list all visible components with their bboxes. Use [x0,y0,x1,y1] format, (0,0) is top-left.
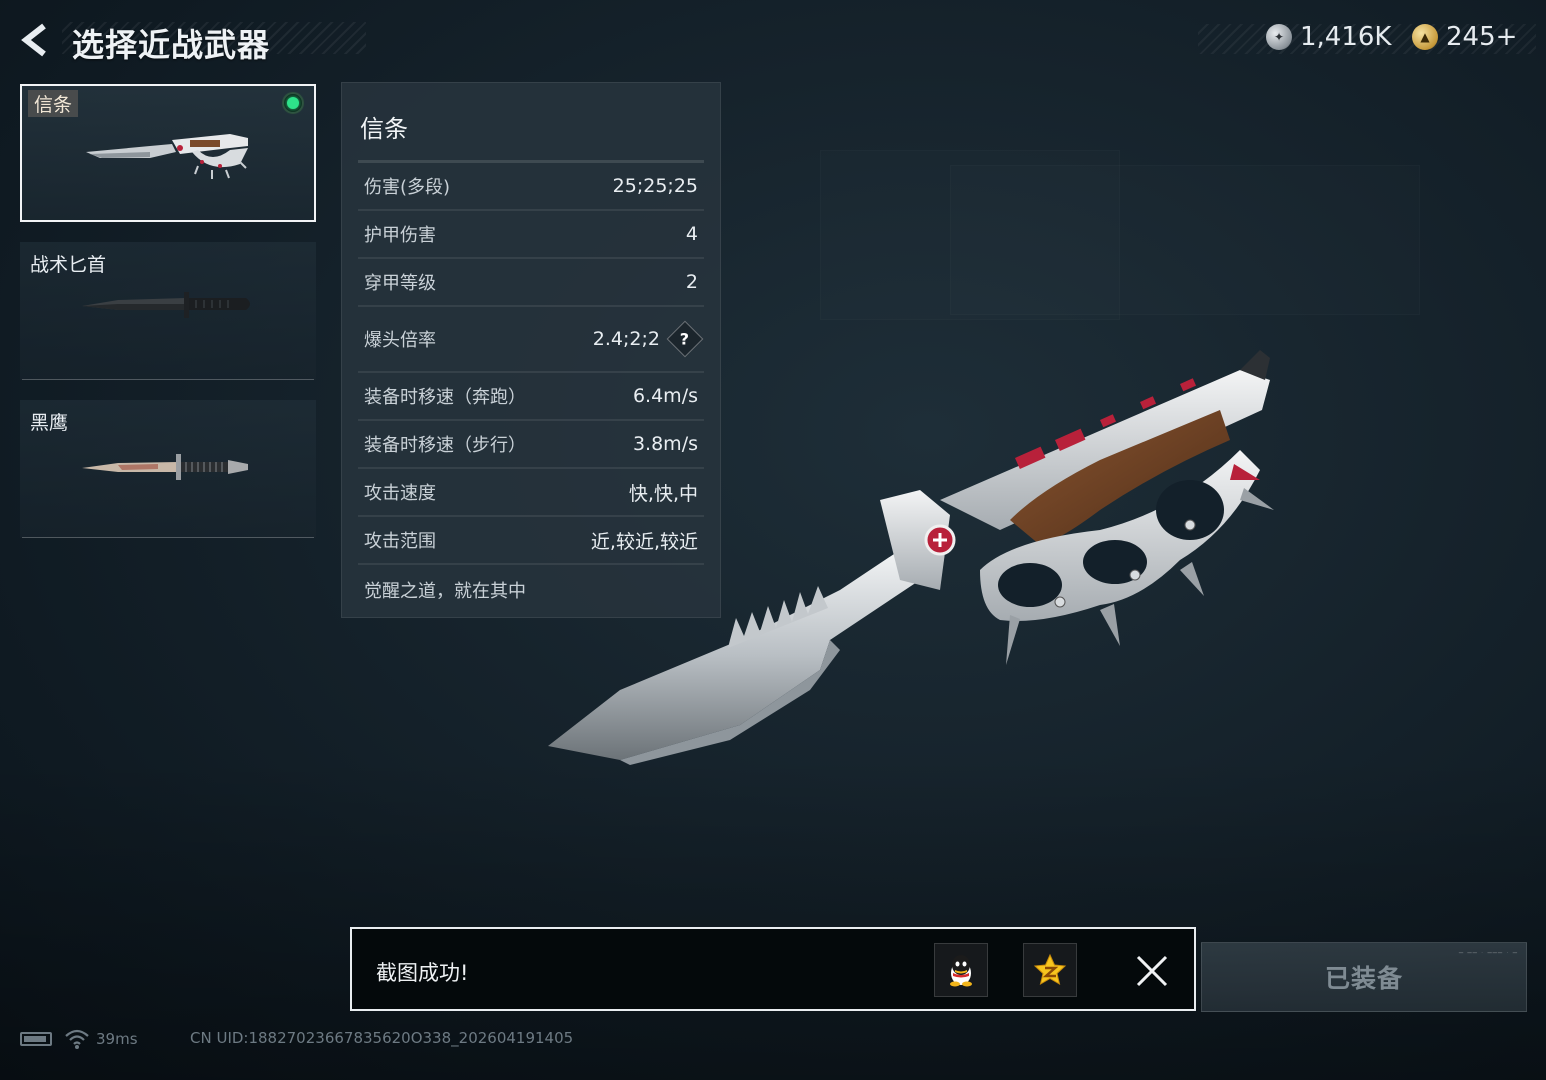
silver-coin-icon: ✦ [1266,24,1292,50]
back-button[interactable] [14,20,58,60]
ping-readout: 39ms [96,1030,138,1048]
close-icon [1136,955,1168,987]
gold-amount: 245+ [1446,22,1518,52]
equipped-button-label: 已装备 [1324,964,1403,993]
stat-label: 攻击范围 [364,531,436,552]
equipped-button[interactable]: ━ ━━ · ━━━ · ━ 已装备 [1201,942,1527,1012]
stat-row-penetration: 穿甲等级 2 [358,259,704,307]
weapon-card-label: 信条 [28,90,79,117]
weapon-card-xintiao[interactable]: 信条 [20,84,316,222]
uid-readout: CN UID:18827023667835620O338_20260419140… [190,1029,574,1047]
stat-value-text: 25;25;25 [612,175,698,197]
weapon-description: 觉醒之道，就在其中 [364,581,526,602]
stat-value: 2 [686,271,698,293]
status-bar: 39ms [20,1026,138,1052]
weapon-card-tactical-dagger[interactable]: 战术匕首 [20,242,316,380]
page-title: 选择近战武器 [72,26,271,64]
background-panel [950,165,1420,315]
stat-label: 护甲伤害 [364,225,436,246]
stat-label: 装备时移速（奔跑） [364,387,526,408]
gold-coin-icon: ▲ [1412,24,1438,50]
share-qq-button[interactable] [934,943,988,997]
back-arrow-icon [21,23,46,57]
stat-row-damage: 伤害(多段) 25;25;25 [358,163,704,211]
black-hawk-knife-thumbnail-icon [82,454,248,480]
tactical-dagger-thumbnail-icon [82,292,250,318]
knuckle-knife-render-icon [548,350,1274,765]
stat-value-text: 4 [685,223,698,245]
weapon-card-black-hawk[interactable]: 黑鹰 [20,400,316,538]
stat-value: 4 [686,223,698,245]
screenshot-toast: 截图成功! [350,927,1196,1011]
qq-icon [950,955,972,987]
silver-currency[interactable]: ✦ 1,416K [1266,22,1391,52]
stats-weapon-title: 信条 [360,115,408,143]
stat-value-text: 2 [685,271,698,293]
card-divider [22,537,314,538]
silver-amount: 1,416K [1300,22,1392,52]
toast-close-button[interactable] [1130,949,1174,993]
gold-currency[interactable]: ▲ 245+ [1412,22,1517,52]
stat-row-armor-damage: 护甲伤害 4 [358,211,704,259]
stat-label: 装备时移速（步行） [364,435,526,456]
stat-label: 伤害(多段) [364,177,451,198]
wifi-icon [65,1029,89,1049]
top-bar: 选择近战武器 ✦ 1,416K ▲ 245+ [0,0,1546,80]
toast-message: 截图成功! [376,961,469,985]
stat-label: 攻击速度 [364,483,436,504]
stat-value: 25;25;25 [613,175,698,197]
stat-label: 爆头倍率 [364,330,436,351]
button-decoration: ━ ━━ · ━━━ · ━ [1458,949,1518,957]
card-divider [22,379,314,380]
battery-icon [20,1032,52,1046]
weapon-card-label: 黑鹰 [30,412,69,434]
knuckle-knife-thumbnail-icon [86,134,248,179]
share-qzone-button[interactable] [1023,943,1077,997]
stat-label: 穿甲等级 [364,273,436,294]
weapon-card-label: 战术匕首 [30,254,107,276]
equipped-indicator-icon [282,92,304,114]
qzone-star-icon [1033,953,1067,986]
